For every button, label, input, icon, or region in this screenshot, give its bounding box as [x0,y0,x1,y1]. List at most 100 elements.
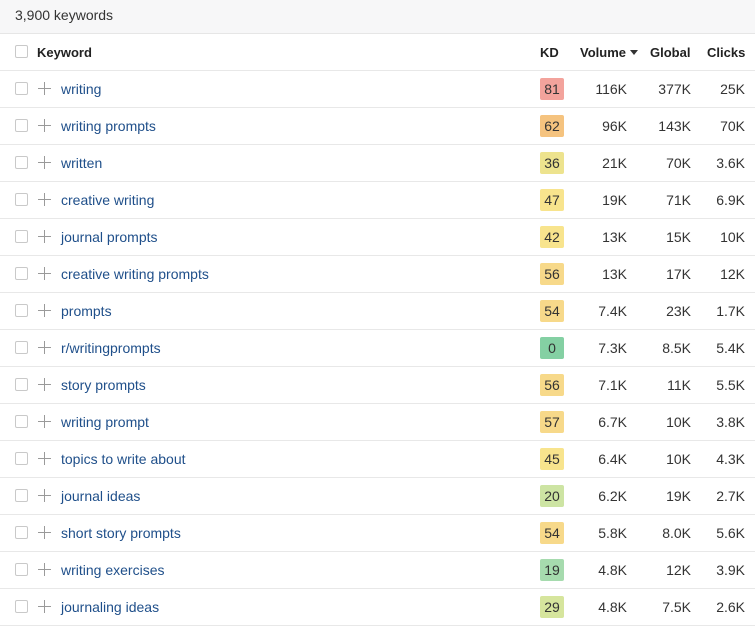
row-checkbox[interactable] [15,341,28,354]
kd-badge: 54 [540,522,564,544]
table-row: creative writing prompts 56 13K 17K 12K [0,256,755,293]
global-value: 143K [658,118,691,134]
row-checkbox[interactable] [15,563,28,576]
keyword-count: 3,900 keywords [0,0,755,34]
add-keyword-plus-icon[interactable] [38,415,51,428]
row-checkbox[interactable] [15,526,28,539]
keyword-table-body: writing 81 116K 377K 25K writing prompts 62 96K… [0,71,755,626]
add-keyword-plus-icon[interactable] [38,452,51,465]
add-keyword-plus-icon[interactable] [38,230,51,243]
keyword-link[interactable]: writing prompts [61,118,156,134]
row-checkbox[interactable] [15,267,28,280]
table-row: prompts 54 7.4K 23K 1.7K [0,293,755,330]
keyword-link[interactable]: journal ideas [61,488,140,504]
row-checkbox[interactable] [15,156,28,169]
add-keyword-plus-icon[interactable] [38,489,51,502]
global-value: 7.5K [662,599,691,615]
row-checkbox[interactable] [15,82,28,95]
clicks-value: 70K [720,118,745,134]
table-row: journal prompts 42 13K 15K 10K [0,219,755,256]
table-row: writing prompts 62 96K 143K 70K [0,108,755,145]
volume-value: 6.2K [598,488,627,504]
table-header: Keyword KD Volume Global Clicks [0,34,755,71]
kd-badge: 29 [540,596,564,618]
keyword-link[interactable]: journal prompts [61,229,158,245]
keyword-link[interactable]: creative writing prompts [61,266,209,282]
clicks-value: 3.6K [716,155,745,171]
add-keyword-plus-icon[interactable] [38,267,51,280]
global-column-header[interactable]: Global [650,45,690,60]
table-row: story prompts 56 7.1K 11K 5.5K [0,367,755,404]
add-keyword-plus-icon[interactable] [38,563,51,576]
clicks-value: 4.3K [716,451,745,467]
volume-value: 6.7K [598,414,627,430]
global-value: 10K [666,414,691,430]
keyword-link[interactable]: writing exercises [61,562,164,578]
kd-badge: 62 [540,115,564,137]
add-keyword-plus-icon[interactable] [38,378,51,391]
add-keyword-plus-icon[interactable] [38,526,51,539]
clicks-value: 3.9K [716,562,745,578]
volume-header-label: Volume [580,45,626,60]
table-row: topics to write about 45 6.4K 10K 4.3K [0,441,755,478]
global-value: 8.0K [662,525,691,541]
row-checkbox[interactable] [15,452,28,465]
clicks-value: 12K [720,266,745,282]
row-checkbox[interactable] [15,230,28,243]
global-value: 8.5K [662,340,691,356]
keyword-link[interactable]: journaling ideas [61,599,159,615]
volume-value: 4.8K [598,562,627,578]
table-row: written 36 21K 70K 3.6K [0,145,755,182]
clicks-column-header[interactable]: Clicks [707,45,745,60]
global-value: 10K [666,451,691,467]
keyword-link[interactable]: creative writing [61,192,154,208]
global-value: 71K [666,192,691,208]
volume-value: 19K [602,192,627,208]
select-all-checkbox[interactable] [15,45,28,58]
kd-badge: 57 [540,411,564,433]
volume-value: 7.1K [598,377,627,393]
table-row: writing exercises 19 4.8K 12K 3.9K [0,552,755,589]
sort-desc-icon [630,50,638,55]
keyword-link[interactable]: prompts [61,303,112,319]
add-keyword-plus-icon[interactable] [38,193,51,206]
add-keyword-plus-icon[interactable] [38,341,51,354]
kd-badge: 42 [540,226,564,248]
row-checkbox[interactable] [15,193,28,206]
volume-value: 13K [602,266,627,282]
add-keyword-plus-icon[interactable] [38,82,51,95]
global-value: 11K [667,377,691,393]
row-checkbox[interactable] [15,489,28,502]
clicks-value: 2.6K [716,599,745,615]
table-row: writing prompt 57 6.7K 10K 3.8K [0,404,755,441]
row-checkbox[interactable] [15,119,28,132]
volume-value: 7.3K [598,340,627,356]
kd-column-header[interactable]: KD [540,45,559,60]
volume-value: 13K [602,229,627,245]
global-value: 70K [666,155,691,171]
add-keyword-plus-icon[interactable] [38,119,51,132]
row-checkbox[interactable] [15,415,28,428]
global-value: 17K [666,266,691,282]
add-keyword-plus-icon[interactable] [38,156,51,169]
kd-badge: 45 [540,448,564,470]
volume-column-header[interactable]: Volume [580,45,638,60]
kd-badge: 56 [540,263,564,285]
global-value: 19K [666,488,691,504]
keyword-link[interactable]: writing prompt [61,414,149,430]
keyword-link[interactable]: writing [61,81,101,97]
row-checkbox[interactable] [15,304,28,317]
add-keyword-plus-icon[interactable] [38,600,51,613]
keyword-link[interactable]: topics to write about [61,451,186,467]
keyword-link[interactable]: written [61,155,102,171]
keyword-link[interactable]: short story prompts [61,525,181,541]
keyword-column-header[interactable]: Keyword [37,45,92,60]
row-checkbox[interactable] [15,378,28,391]
add-keyword-plus-icon[interactable] [38,304,51,317]
volume-value: 7.4K [598,303,627,319]
row-checkbox[interactable] [15,600,28,613]
keyword-link[interactable]: r/writingprompts [61,340,161,356]
table-row: creative writing 47 19K 71K 6.9K [0,182,755,219]
keyword-link[interactable]: story prompts [61,377,146,393]
global-value: 377K [658,81,691,97]
